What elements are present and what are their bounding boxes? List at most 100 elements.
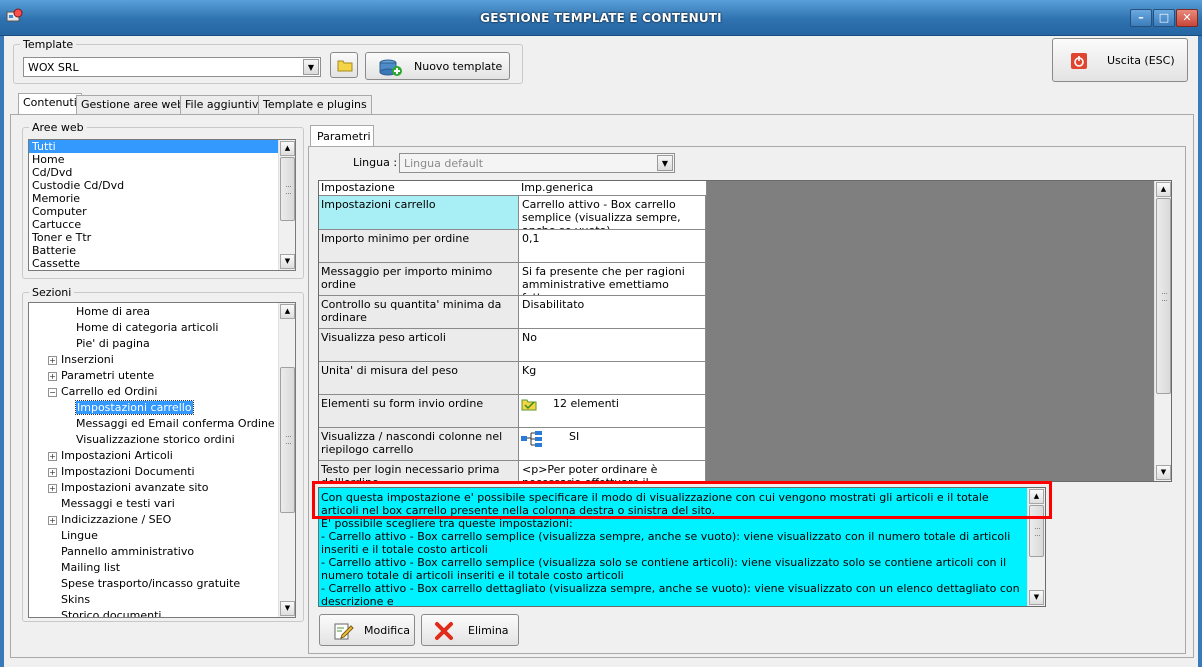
grid-cell-name[interactable]: Controllo su quantita' minima da ordinar… bbox=[319, 296, 519, 329]
scroll-up-icon[interactable]: ▲ bbox=[1156, 182, 1171, 197]
scroll-thumb[interactable] bbox=[280, 157, 295, 221]
tree-node-label: Impostazioni Articoli bbox=[61, 449, 173, 462]
scroll-up-icon[interactable]: ▲ bbox=[280, 304, 295, 319]
expand-icon[interactable]: + bbox=[48, 516, 57, 525]
tree-node[interactable]: Pie' di pagina bbox=[76, 336, 150, 352]
tab-file-aggiuntivi[interactable]: File aggiuntivi bbox=[180, 95, 267, 115]
tree-node[interactable]: Impostazioni avanzate sito bbox=[61, 480, 208, 496]
grid-cell-value[interactable]: No bbox=[519, 329, 706, 362]
list-item[interactable]: Tutti bbox=[29, 140, 295, 153]
grid-cell-name[interactable]: Elementi su form invio ordine bbox=[319, 395, 519, 428]
expand-icon[interactable]: + bbox=[48, 356, 57, 365]
list-item[interactable]: Custodie Cd/Dvd bbox=[29, 179, 295, 192]
list-item[interactable]: Cd/Dvd bbox=[29, 166, 295, 179]
scroll-thumb[interactable] bbox=[1156, 198, 1171, 394]
tree-node[interactable]: Messaggi e testi vari bbox=[61, 496, 175, 512]
tree-node[interactable]: Indicizzazione / SEO bbox=[61, 512, 171, 528]
grid-cell-name[interactable]: Messaggio per importo minimo ordine bbox=[319, 263, 519, 296]
close-button[interactable]: ✕ bbox=[1176, 9, 1198, 27]
grid-cell-value[interactable]: Carrello attivo - Box carrello semplice … bbox=[519, 196, 706, 230]
scroll-down-icon[interactable]: ▼ bbox=[1156, 465, 1171, 480]
edit-button[interactable]: Modifica bbox=[319, 614, 415, 646]
grid-cell-value[interactable]: SI bbox=[519, 428, 706, 461]
tree-node[interactable]: Spese trasporto/incasso gratuite bbox=[61, 576, 240, 592]
list-item[interactable]: Cassette bbox=[29, 257, 295, 270]
column-header-imp-generica[interactable]: Imp.generica bbox=[519, 181, 707, 196]
minimize-button[interactable]: – bbox=[1130, 9, 1152, 27]
list-item[interactable]: Computer bbox=[29, 205, 295, 218]
list-item[interactable]: Memorie bbox=[29, 192, 295, 205]
tab-contenuti[interactable]: Contenuti bbox=[18, 93, 82, 115]
scroll-up-icon[interactable]: ▲ bbox=[280, 141, 295, 156]
scroll-down-icon[interactable]: ▼ bbox=[280, 601, 295, 616]
grid-cell-value[interactable]: Si fa presente che per ragioni amministr… bbox=[519, 263, 706, 296]
maximize-button[interactable]: □ bbox=[1153, 9, 1175, 27]
sezioni-tree[interactable]: ▲ ▼ Home di area Home di categoria artico… bbox=[28, 302, 296, 618]
tree-node-label: Lingue bbox=[61, 529, 98, 542]
expand-icon[interactable]: + bbox=[48, 372, 57, 381]
list-item[interactable]: Toner e Ttr bbox=[29, 231, 295, 244]
list-item[interactable]: Batterie bbox=[29, 244, 295, 257]
chevron-down-icon[interactable]: ▼ bbox=[303, 59, 319, 75]
grid-scrollbar[interactable]: ▲ ▼ bbox=[1154, 181, 1171, 481]
tree-node-label: Mailing list bbox=[61, 561, 121, 574]
list-item[interactable]: Cartucce bbox=[29, 218, 295, 231]
new-template-button[interactable]: Nuovo template bbox=[365, 52, 510, 80]
grid-cell-value[interactable]: 0,1 bbox=[519, 230, 706, 263]
exit-button[interactable]: Uscita (ESC) bbox=[1052, 38, 1188, 82]
scroll-thumb[interactable] bbox=[280, 367, 295, 513]
grid-cell-name[interactable]: Testo per login necessario prima dell'or… bbox=[319, 461, 519, 481]
grid-cell-value[interactable]: Kg bbox=[519, 362, 706, 395]
tree-node[interactable]: Pannello amministrativo bbox=[61, 544, 194, 560]
tree-node[interactable]: Home di area bbox=[76, 304, 150, 320]
scroll-down-icon[interactable]: ▼ bbox=[280, 254, 295, 269]
columns-icon bbox=[521, 431, 542, 447]
tree-node-label: Impostazioni carrello bbox=[75, 400, 194, 415]
tree-node[interactable]: Lingue bbox=[61, 528, 98, 544]
tree-node[interactable]: Messaggi ed Email conferma Ordine bbox=[76, 416, 275, 432]
grid-cell-name[interactable]: Visualizza / nascondi colonne nel riepil… bbox=[319, 428, 519, 461]
tree-node[interactable]: Carrello ed Ordini bbox=[61, 384, 157, 400]
expand-icon[interactable]: + bbox=[48, 468, 57, 477]
aree-web-list[interactable]: Tutti Home Cd/Dvd Custodie Cd/Dvd Memori… bbox=[28, 139, 296, 271]
new-template-label: Nuovo template bbox=[414, 59, 503, 73]
tab-parametri[interactable]: Parametri bbox=[310, 125, 374, 147]
expand-icon[interactable]: + bbox=[48, 484, 57, 493]
template-select[interactable]: WOX SRL ▼ bbox=[23, 57, 321, 77]
delete-button[interactable]: Elimina bbox=[421, 614, 519, 646]
grid-cell-value[interactable]: Disabilitato bbox=[519, 296, 706, 329]
open-folder-button[interactable] bbox=[330, 52, 358, 78]
tree-node-label: Indicizzazione / SEO bbox=[61, 513, 172, 526]
tree-node[interactable]: Parametri utente bbox=[61, 368, 154, 384]
grid-cell-name[interactable]: Impostazioni carrello bbox=[319, 196, 519, 230]
tab-gestione-aree-web[interactable]: Gestione aree web bbox=[76, 95, 190, 115]
grid-cell-name[interactable]: Unita' di misura del peso bbox=[319, 362, 519, 395]
grid-cell-name[interactable]: Visualizza peso articoli bbox=[319, 329, 519, 362]
tree-node[interactable]: Mailing list bbox=[61, 560, 120, 576]
lingua-select[interactable]: Lingua default ▼ bbox=[399, 153, 675, 173]
aree-web-scrollbar[interactable]: ▲ ▼ bbox=[278, 140, 295, 270]
parametri-grid[interactable]: Impostazione Imp.generica Impostazioni c… bbox=[318, 180, 1172, 482]
tree-node[interactable]: Skins bbox=[61, 592, 90, 608]
tree-node-label: Impostazioni avanzate sito bbox=[61, 481, 209, 494]
grid-cell-value[interactable]: 12 elementi bbox=[519, 395, 706, 428]
tree-node[interactable]: Impostazioni Documenti bbox=[61, 464, 195, 480]
tab-template-plugins[interactable]: Template e plugins bbox=[258, 95, 372, 115]
tree-node[interactable]: Inserzioni bbox=[61, 352, 114, 368]
tree-node[interactable]: Storico documenti bbox=[61, 608, 161, 617]
grid-cell-value[interactable]: <p>Per poter ordinare è necessario effet… bbox=[519, 461, 706, 481]
scroll-down-icon[interactable]: ▼ bbox=[1029, 590, 1044, 605]
column-header-impostazione[interactable]: Impostazione bbox=[319, 181, 520, 196]
chevron-down-icon[interactable]: ▼ bbox=[657, 155, 673, 171]
lingua-label: Lingua : bbox=[353, 156, 398, 169]
list-item[interactable]: Home bbox=[29, 153, 295, 166]
sezioni-scrollbar[interactable]: ▲ ▼ bbox=[278, 303, 295, 617]
collapse-icon[interactable]: − bbox=[48, 388, 57, 397]
grid-cell-name[interactable]: Importo minimo per ordine bbox=[319, 230, 519, 263]
title-bar[interactable]: GESTIONE TEMPLATE E CONTENUTI – □ ✕ bbox=[0, 0, 1202, 36]
tree-node[interactable]: Home di categoria articoli bbox=[76, 320, 218, 336]
tree-node[interactable]: Impostazioni Articoli bbox=[61, 448, 173, 464]
expand-icon[interactable]: + bbox=[48, 452, 57, 461]
tree-node[interactable]: Impostazioni carrello bbox=[75, 400, 194, 416]
tree-node[interactable]: Visualizzazione storico ordini bbox=[76, 432, 235, 448]
